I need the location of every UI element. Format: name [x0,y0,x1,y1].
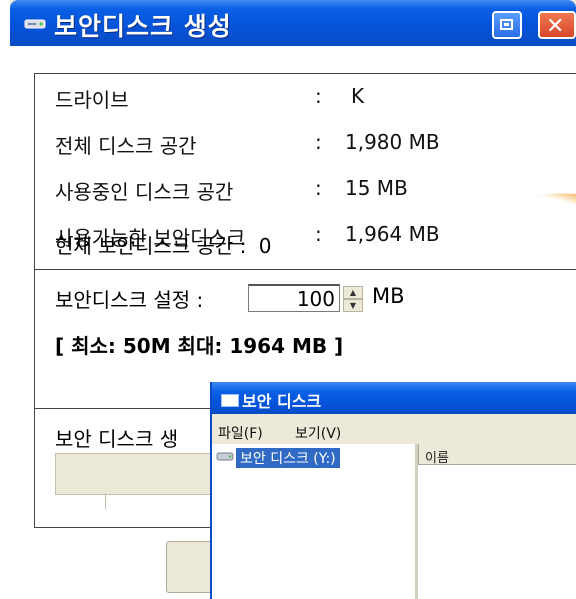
menu-view[interactable]: 보기(V) [295,423,341,443]
available-value: 1,964 MB [345,222,440,246]
explorer-window: 보안 디스크 파일(F) 보기(V) 보안 디스크 (Y:) 이름 [210,382,576,599]
drive-colon: : [315,84,322,108]
spin-up-icon[interactable]: ▲ [343,286,363,299]
restore-icon [500,19,513,30]
close-icon: ✕ [546,14,565,39]
drive-label: 드라이브 [55,88,129,112]
column-header-name[interactable]: 이름 [418,444,576,466]
used-colon: : [315,176,322,200]
explorer-title: 보안 디스크 [242,392,322,411]
explorer-title-bar[interactable]: 보안 디스크 [212,382,576,414]
used-label: 사용중인 디스크 공간 [55,180,234,204]
used-value: 15 MB [345,176,408,200]
progress-label: 보안 디스크 생 [55,427,179,451]
size-unit: MB [372,284,405,308]
size-range: [ 최소: 50M 최대: 1964 MB ] [55,334,344,358]
drive-value: K [351,84,365,108]
total-value: 1,980 MB [345,130,440,154]
column-name-label: 이름 [425,451,449,466]
total-colon: : [315,130,322,154]
size-spinner[interactable]: ▲ ▼ [343,286,363,312]
progress-divider [105,493,106,509]
current-space: 현재 보안디스크 공간 : 0 [55,230,272,259]
close-button[interactable]: ✕ [538,11,576,39]
current-space-label: 현재 보안디스크 공간 : [55,234,247,258]
folder-tree: 보안 디스크 (Y:) [212,444,418,599]
size-input[interactable]: 100 [248,284,340,312]
restore-button[interactable] [492,11,522,39]
menu-bar: 파일(F) 보기(V) [212,414,576,444]
window-icon [221,394,239,407]
window-title: 보안디스크 생성 [54,12,232,41]
title-bar[interactable]: 보안디스크 생성 ✕ [10,0,576,46]
spin-down-icon[interactable]: ▼ [343,299,363,312]
available-colon: : [315,222,322,246]
size-setting-label: 보안디스크 설정 : [55,288,204,312]
drive-icon [24,19,46,29]
file-list: 이름 [418,444,576,599]
current-space-value: 0 [258,234,272,258]
create-secure-disk-window: 보안디스크 생성 ✕ 드라이브 : K 전체 디스크 공간 : 1,980 MB… [10,0,576,599]
menu-file[interactable]: 파일(F) [218,423,263,443]
drive-icon [216,452,234,461]
total-label: 전체 디스크 공간 [55,134,197,158]
tree-item-secure-disk[interactable]: 보안 디스크 (Y:) [236,448,340,468]
